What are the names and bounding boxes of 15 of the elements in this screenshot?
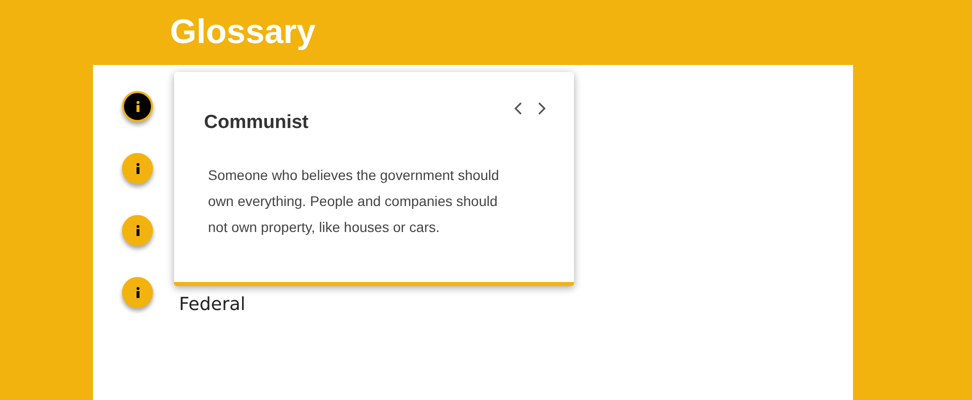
chevron-left-icon — [514, 102, 522, 115]
info-icon — [136, 101, 140, 112]
info-button[interactable] — [122, 277, 153, 308]
info-icon — [136, 287, 140, 298]
previous-button[interactable] — [512, 100, 524, 117]
page-title: Glossary — [170, 13, 316, 52]
info-button[interactable] — [122, 91, 153, 122]
info-button[interactable] — [122, 153, 153, 184]
info-button[interactable] — [122, 215, 153, 246]
popover-title: Communist — [204, 112, 308, 134]
info-icon — [136, 225, 140, 236]
next-button[interactable] — [536, 100, 548, 117]
chevron-right-icon — [538, 102, 546, 115]
definition-text: Someone who believes the government should own everything. People and companies should not own property, like houses or cars. — [208, 166, 500, 237]
info-icon — [136, 163, 140, 174]
